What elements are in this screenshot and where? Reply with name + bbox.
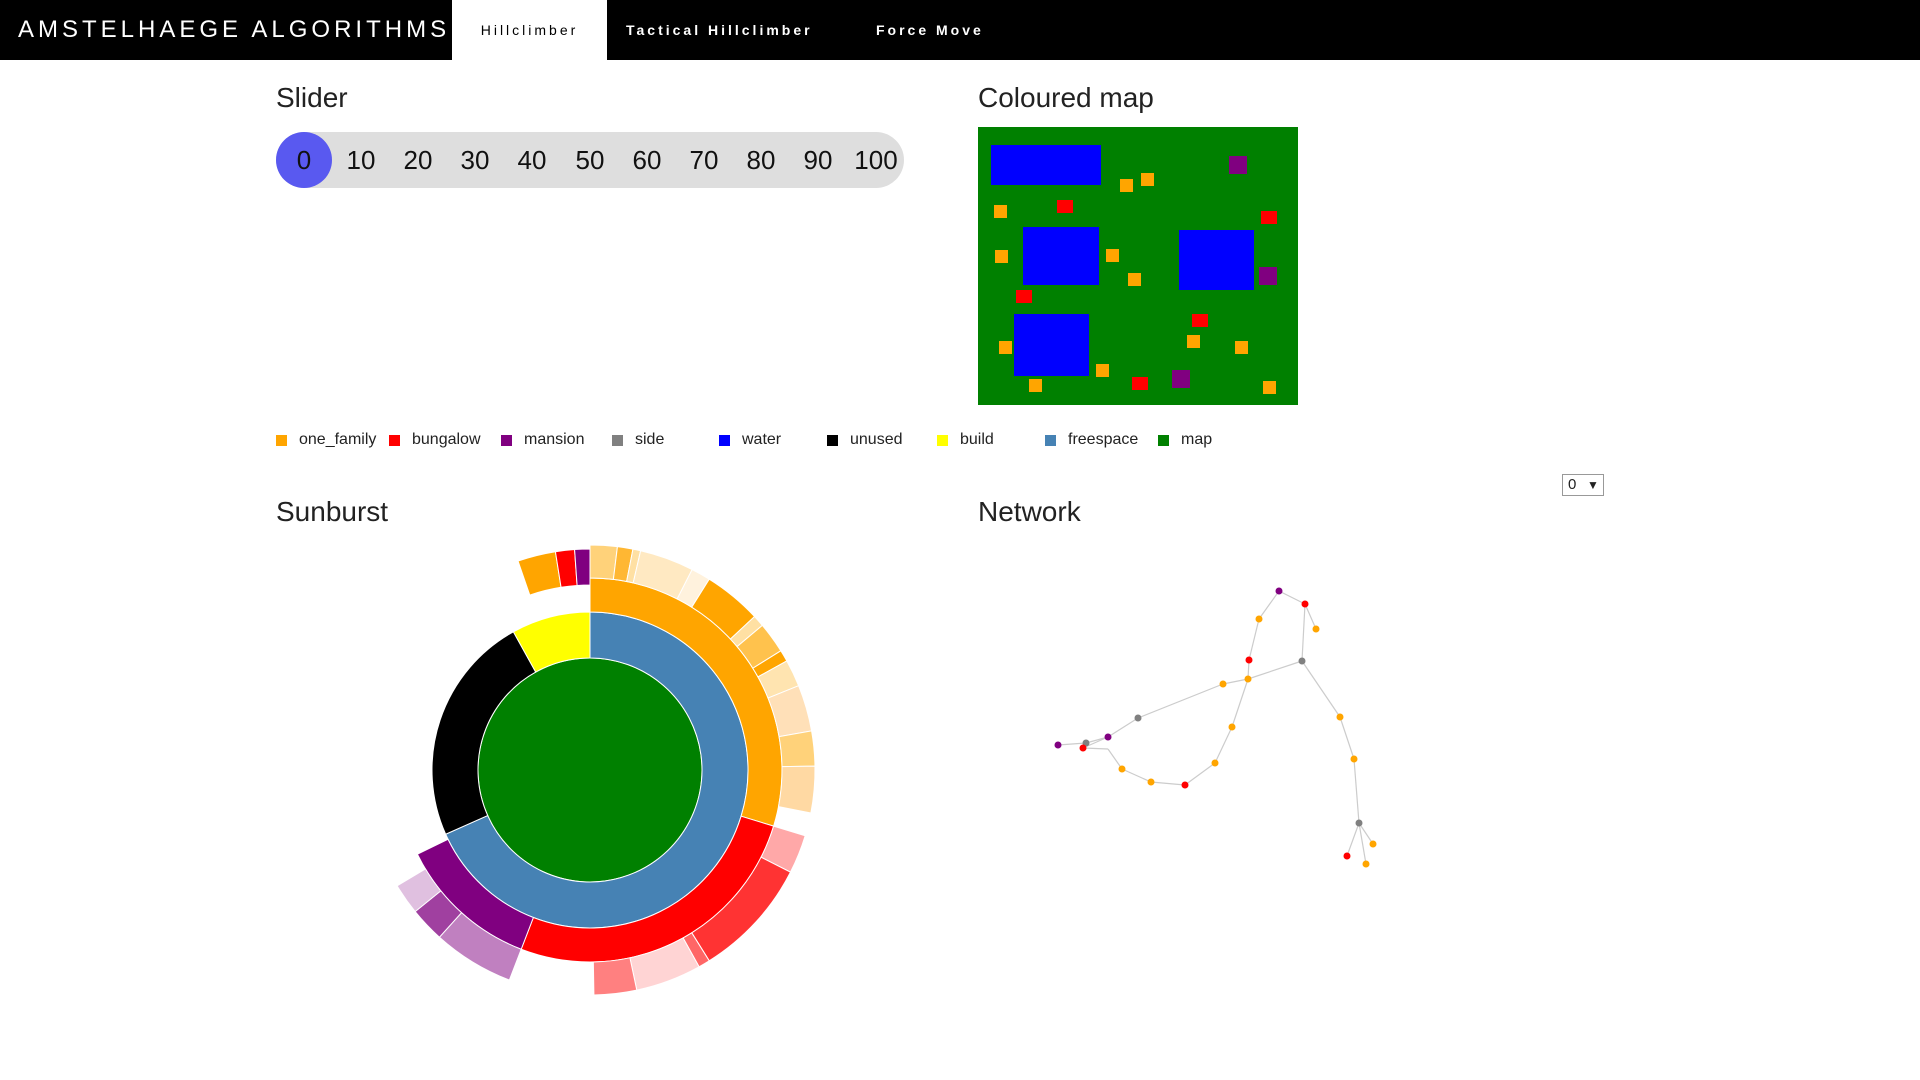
sunburst-center[interactable] bbox=[477, 657, 703, 883]
slider-tick[interactable]: 70 bbox=[679, 132, 729, 188]
map-title: Coloured map bbox=[978, 82, 1154, 113]
water-area bbox=[991, 145, 1101, 185]
network-node[interactable] bbox=[1147, 778, 1155, 786]
bungalow-house bbox=[1016, 290, 1032, 303]
one-family-house bbox=[1120, 179, 1133, 192]
legend-swatch bbox=[276, 435, 287, 446]
legend-label: one_family bbox=[299, 431, 377, 448]
one-family-house bbox=[999, 341, 1012, 354]
water-area bbox=[1023, 227, 1099, 285]
one-family-house bbox=[1187, 335, 1200, 348]
network-links bbox=[1057, 590, 1374, 865]
slider-title: Slider bbox=[276, 82, 348, 113]
tab-hillclimber[interactable]: Hillclimber bbox=[452, 0, 607, 60]
legend-swatch bbox=[937, 435, 948, 446]
network-node[interactable] bbox=[1298, 657, 1306, 665]
network-node[interactable] bbox=[1104, 733, 1112, 741]
slider-tick[interactable]: 50 bbox=[565, 132, 615, 188]
sunburst-arc-outer[interactable] bbox=[778, 730, 816, 768]
one-family-house bbox=[1029, 379, 1042, 392]
legend-swatch bbox=[612, 435, 623, 446]
one-family-house bbox=[1235, 341, 1248, 354]
slider-tick[interactable]: 100 bbox=[851, 132, 901, 188]
one-family-house bbox=[1128, 273, 1141, 286]
legend-swatch bbox=[389, 435, 400, 446]
network-node[interactable] bbox=[1118, 765, 1126, 773]
network-node[interactable] bbox=[1181, 781, 1189, 789]
slider-tick[interactable]: 80 bbox=[736, 132, 786, 188]
network-nodes bbox=[1054, 587, 1377, 868]
network-node[interactable] bbox=[1362, 860, 1370, 868]
slider-tick[interactable]: 20 bbox=[393, 132, 443, 188]
one-family-house bbox=[1141, 173, 1154, 186]
network-graph bbox=[1054, 587, 1377, 868]
legend-label: mansion bbox=[524, 431, 585, 448]
legend-swatch bbox=[1158, 435, 1169, 446]
top-navbar: AMSTELHAEGE ALGORITHMS Hillclimber Tacti… bbox=[0, 0, 1920, 60]
legend-swatch bbox=[501, 435, 512, 446]
network-node[interactable] bbox=[1275, 587, 1283, 595]
slider-tick[interactable]: 90 bbox=[793, 132, 843, 188]
network-node[interactable] bbox=[1219, 680, 1227, 688]
water-area bbox=[1179, 230, 1254, 290]
slider-tick[interactable]: 60 bbox=[622, 132, 672, 188]
legend-label: bungalow bbox=[412, 431, 481, 448]
one-family-house bbox=[995, 250, 1008, 263]
legend-swatch bbox=[719, 435, 730, 446]
brand-title: AMSTELHAEGE ALGORITHMS bbox=[18, 16, 451, 43]
network-node[interactable] bbox=[1343, 852, 1351, 860]
one-family-house bbox=[1096, 364, 1109, 377]
legend-swatch bbox=[827, 435, 838, 446]
legend-label: build bbox=[960, 431, 994, 448]
network-node[interactable] bbox=[1355, 819, 1363, 827]
water-area bbox=[1014, 314, 1089, 376]
network-node[interactable] bbox=[1350, 755, 1358, 763]
network-select-value: 0 bbox=[1568, 476, 1577, 493]
tab-force-move[interactable]: Force Move bbox=[876, 0, 984, 60]
sunburst-chart bbox=[396, 544, 816, 996]
bungalow-house bbox=[1057, 200, 1073, 213]
network-select[interactable]: 0 ▼ bbox=[1562, 474, 1604, 496]
legend-label: side bbox=[635, 431, 665, 448]
one-family-house bbox=[994, 205, 1007, 218]
bungalow-house bbox=[1261, 211, 1277, 224]
network-node[interactable] bbox=[1079, 744, 1087, 752]
network-node[interactable] bbox=[1245, 656, 1253, 664]
mansion-house bbox=[1172, 370, 1190, 388]
bungalow-house bbox=[1132, 377, 1148, 390]
mansion-house bbox=[1259, 267, 1277, 285]
legend-label: freespace bbox=[1068, 431, 1139, 448]
sunburst-arc-build-one-family[interactable] bbox=[517, 551, 562, 596]
network-node[interactable] bbox=[1255, 615, 1263, 623]
slider-tick[interactable]: 10 bbox=[336, 132, 386, 188]
network-node[interactable] bbox=[1336, 713, 1344, 721]
network-node[interactable] bbox=[1312, 625, 1320, 633]
network-node[interactable] bbox=[1211, 759, 1219, 767]
network-node[interactable] bbox=[1244, 675, 1252, 683]
mansion-house bbox=[1229, 156, 1247, 174]
network-title: Network bbox=[978, 496, 1081, 527]
sunburst-arc-outer[interactable] bbox=[777, 765, 816, 814]
network-node[interactable] bbox=[1228, 723, 1236, 731]
network-node[interactable] bbox=[1369, 840, 1377, 848]
slider-tick[interactable]: 40 bbox=[507, 132, 557, 188]
legend-label: map bbox=[1181, 431, 1213, 448]
slider-tick[interactable]: 30 bbox=[450, 132, 500, 188]
bungalow-house bbox=[1192, 314, 1208, 327]
one-family-house bbox=[1263, 381, 1276, 394]
network-node[interactable] bbox=[1054, 741, 1062, 749]
legend-swatch bbox=[1045, 435, 1056, 446]
network-node[interactable] bbox=[1301, 600, 1309, 608]
coloured-map bbox=[978, 127, 1298, 405]
sunburst-arc-outer[interactable] bbox=[592, 957, 638, 996]
network-node[interactable] bbox=[1134, 714, 1142, 722]
legend-label: water bbox=[742, 431, 782, 448]
tab-tactical-hillclimber[interactable]: Tactical Hillclimber bbox=[626, 0, 813, 60]
legend-label: unused bbox=[850, 431, 903, 448]
one-family-house bbox=[1106, 249, 1119, 262]
sunburst-arc-build-mansion[interactable] bbox=[574, 548, 591, 586]
chevron-down-icon: ▼ bbox=[1587, 478, 1599, 492]
slider-tick[interactable]: 0 bbox=[279, 132, 329, 188]
sunburst-arc-outer[interactable] bbox=[589, 544, 618, 580]
